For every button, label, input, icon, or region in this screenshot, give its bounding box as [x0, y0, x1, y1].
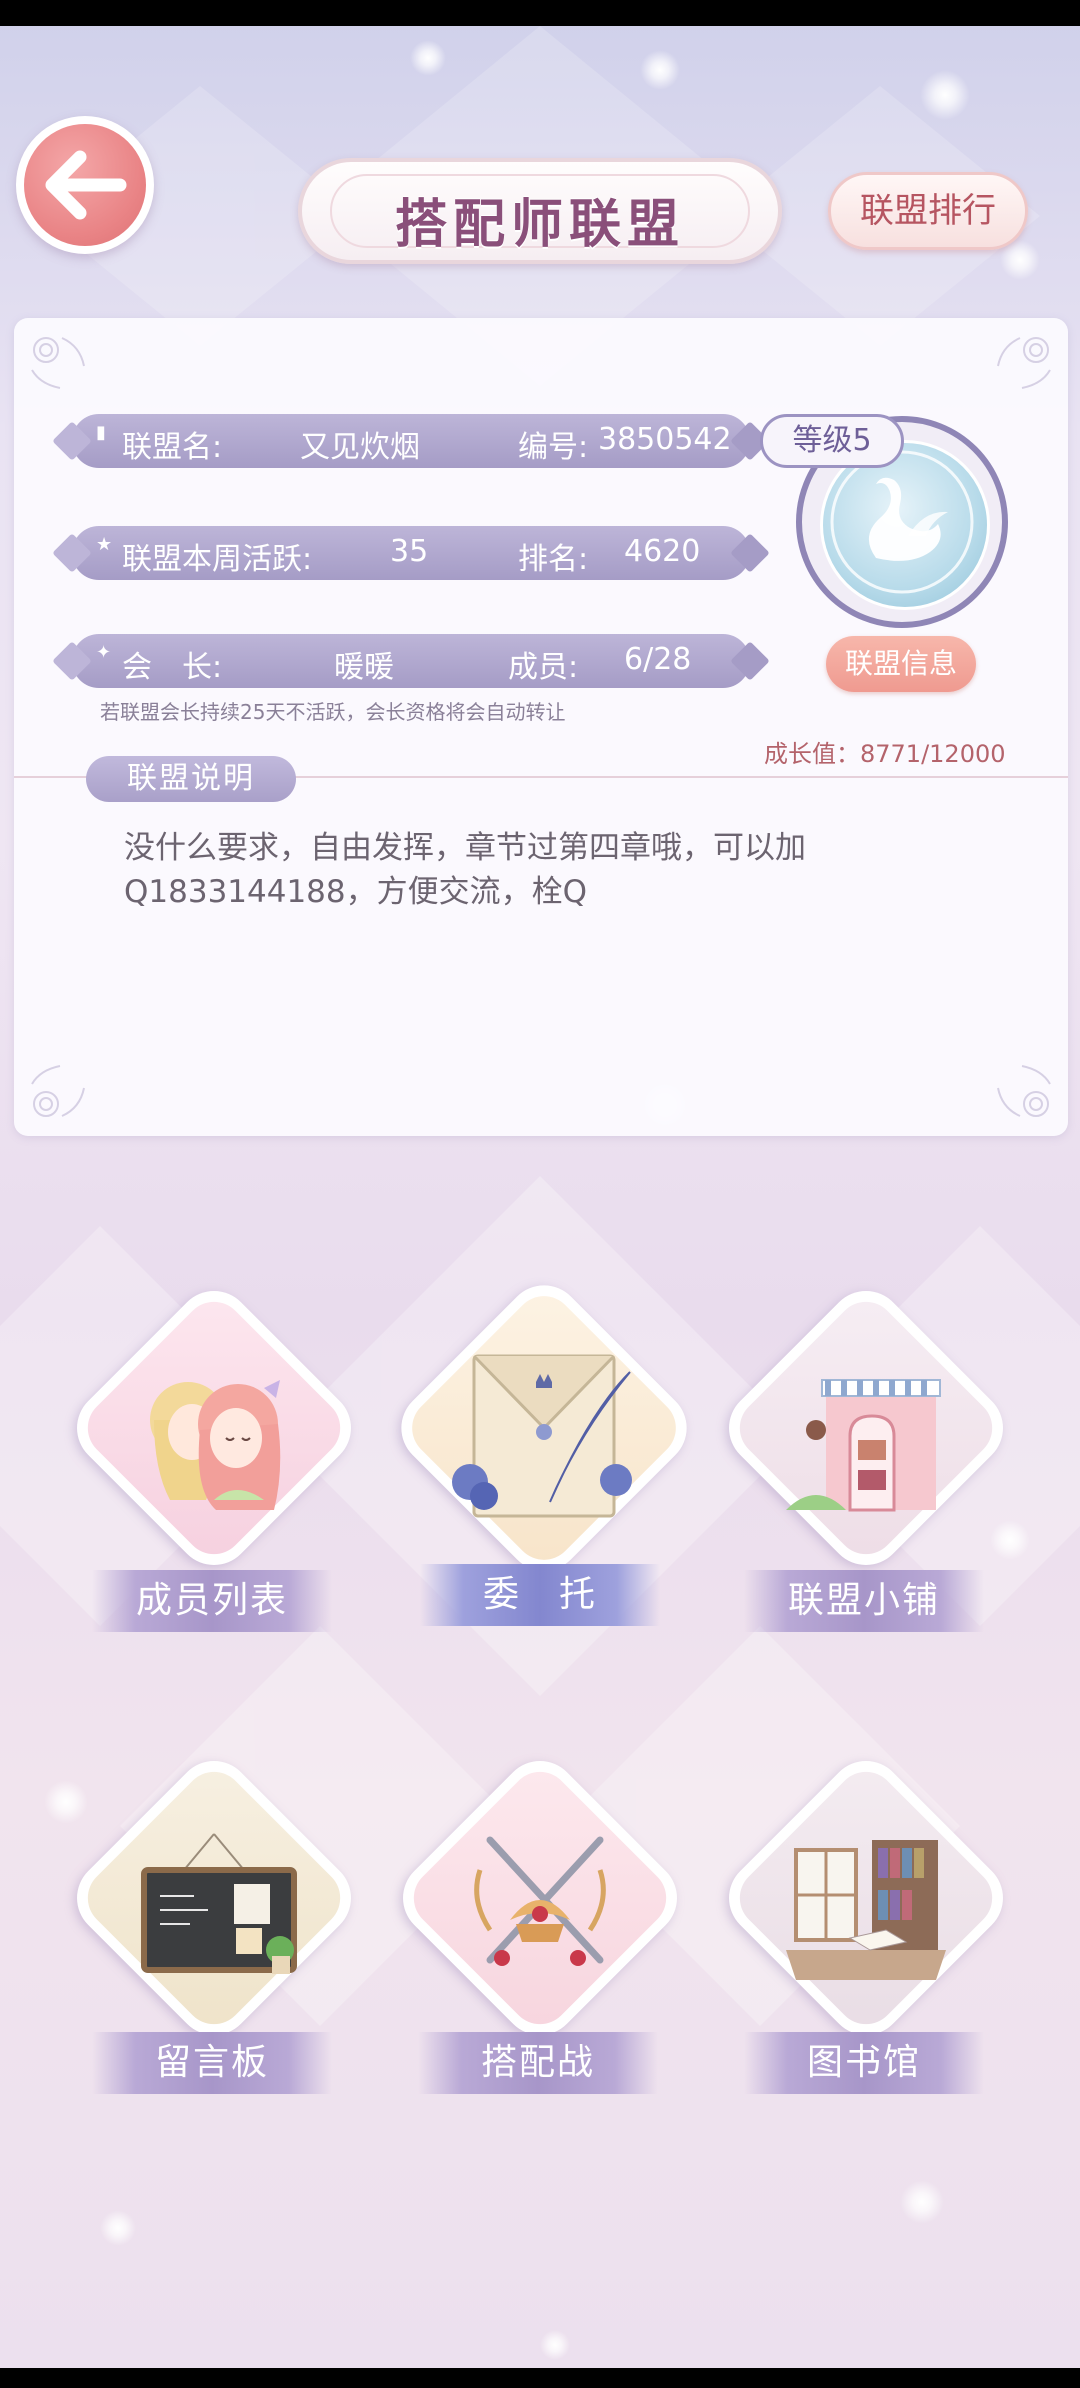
- rank-value: 4620: [624, 534, 701, 569]
- alliance-description: 没什么要求，自由发挥，章节过第四章哦，可以加Q1833144188，方便交流，栓…: [124, 830, 806, 910]
- page-title: 搭配师联盟: [394, 195, 685, 255]
- crossed-swords-crest-icon: [474, 1836, 606, 1966]
- alliance-leader-bar: ✦ 会 长: 暖暖 成员: 6/28: [72, 634, 750, 688]
- sparkle-icon: ✦: [96, 642, 112, 663]
- alliance-shop-label: 联盟小铺: [744, 1570, 984, 1632]
- alliance-level-badge: 等级5: [760, 414, 904, 468]
- sparkle: [410, 40, 446, 76]
- leader-value: 暖暖: [334, 650, 394, 685]
- library-label: 图书馆: [744, 2032, 984, 2094]
- book-icon: ▮: [96, 422, 106, 443]
- message-board-feature[interactable]: 留言板: [61, 1745, 367, 2100]
- rose-corner-icon: [997, 337, 1051, 389]
- star-icon: ★: [96, 534, 113, 555]
- commission-label: 委 托: [420, 1564, 660, 1626]
- envelope-quill-icon: [452, 1354, 632, 1518]
- growth-value: 成长值：8771/12000: [764, 740, 1006, 768]
- leader-transfer-note: 若联盟会长持续25天不活跃，会长资格将会自动转让: [100, 700, 566, 724]
- status-bar: [0, 0, 1080, 26]
- sparkle: [920, 70, 970, 120]
- arrow-left-icon: [45, 150, 127, 220]
- chalkboard-icon: [141, 1833, 297, 1974]
- rank-label: 排名:: [518, 542, 589, 577]
- alliance-shop-feature[interactable]: 联盟小铺: [713, 1275, 1019, 1632]
- navigation-bar: [0, 2368, 1080, 2388]
- activity-value: 35: [390, 534, 429, 569]
- two-girls-portrait-icon: [150, 1380, 281, 1510]
- alliance-ranking-button[interactable]: 联盟排行: [828, 172, 1028, 250]
- member-list-feature[interactable]: 成员列表: [61, 1275, 367, 1632]
- styling-battle-feature[interactable]: 搭配战: [387, 1745, 693, 2100]
- sparkle: [990, 1520, 1030, 1560]
- sparkle: [540, 2330, 570, 2360]
- back-button[interactable]: [16, 116, 154, 254]
- alliance-name-value: 又见炊烟: [300, 430, 420, 465]
- members-value: 6/28: [624, 642, 692, 677]
- members-label: 成员:: [508, 650, 579, 685]
- rose-corner-icon: [997, 1065, 1051, 1117]
- member-list-label: 成员列表: [92, 1570, 332, 1632]
- sparkle: [44, 1780, 88, 1824]
- commission-feature[interactable]: 委 托: [380, 1269, 703, 1636]
- message-board-label: 留言板: [92, 2032, 332, 2094]
- description-label: 联盟说明: [86, 756, 296, 802]
- styling-battle-label: 搭配战: [418, 2032, 658, 2094]
- alliance-activity-bar: ★ 联盟本周活跃: 35 排名: 4620: [72, 526, 750, 580]
- library-feature[interactable]: 图书馆: [713, 1745, 1019, 2100]
- alliance-info-button[interactable]: 联盟信息: [826, 636, 976, 692]
- alliance-name-bar: ▮ 联盟名: 又见炊烟 编号: 3850542: [72, 414, 750, 468]
- rose-corner-icon: [31, 337, 85, 389]
- alliance-id-label: 编号:: [518, 430, 589, 465]
- rose-corner-icon: [31, 1065, 85, 1117]
- activity-label: 联盟本周活跃:: [122, 542, 313, 577]
- library-room-icon: [786, 1840, 946, 1980]
- sparkle: [100, 2210, 136, 2246]
- alliance-name-label: 联盟名:: [122, 430, 223, 465]
- sparkle: [640, 50, 680, 90]
- leader-label: 会 长:: [122, 650, 223, 685]
- sparkle: [900, 2180, 944, 2224]
- title-plate: 搭配师联盟: [298, 158, 782, 264]
- alliance-id-value: 3850542: [598, 422, 732, 457]
- shop-building-icon: [786, 1379, 941, 1512]
